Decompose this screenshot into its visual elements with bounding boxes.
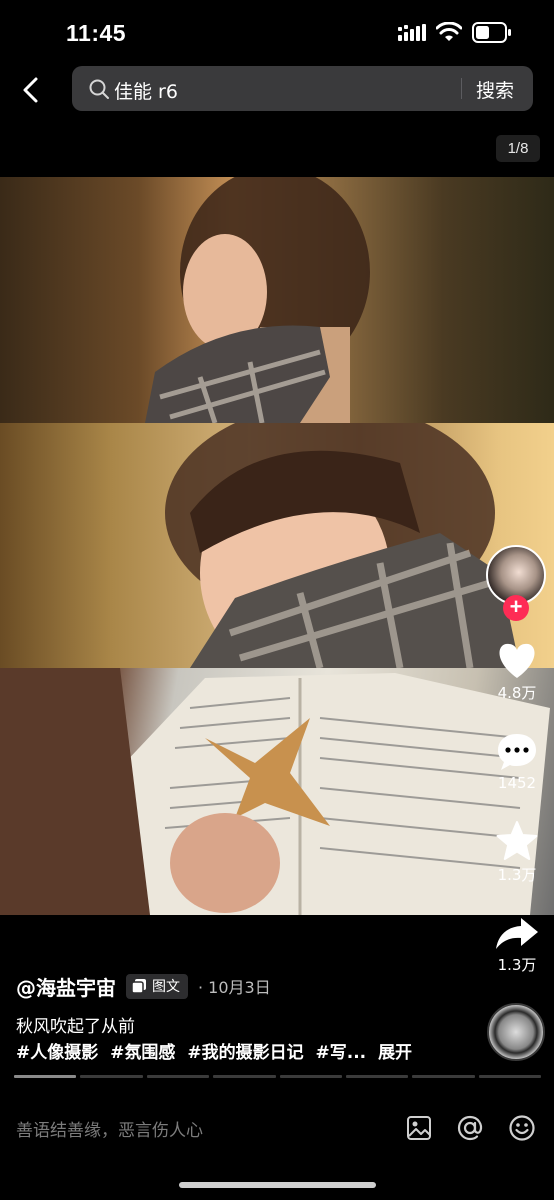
share-arrow-icon — [496, 918, 538, 949]
cellular-signal-icon — [398, 24, 426, 41]
progress-segment — [146, 1075, 210, 1078]
author-name[interactable]: @海盐宇宙 — [16, 972, 116, 1001]
hashtag[interactable]: #写... — [316, 1043, 367, 1063]
progress-segment — [14, 1075, 77, 1078]
progress-segment — [412, 1075, 475, 1078]
photo-3-subject — [0, 668, 550, 915]
post-caption: 秋风吹起了从前 — [16, 1017, 135, 1037]
favorite-count: 1.3万 — [497, 866, 537, 884]
star-icon — [496, 821, 538, 860]
hashtag[interactable]: #人像摄影 — [16, 1043, 98, 1063]
hashtag-list: #人像摄影 #氛围感 #我的摄影日记 #写... 展开 — [16, 1038, 418, 1063]
home-indicator[interactable] — [179, 1182, 376, 1188]
share-count: 1.3万 — [497, 956, 537, 974]
progress-segment — [279, 1075, 342, 1078]
post-type-badge: 图文 — [126, 973, 188, 999]
follow-plus-button[interactable]: + — [503, 595, 529, 621]
progress-segment — [478, 1075, 541, 1078]
music-disc[interactable] — [487, 1003, 545, 1061]
like-button[interactable]: 4.8万 — [486, 642, 548, 703]
page-counter: 1/8 — [496, 135, 540, 162]
favorite-button[interactable]: 1.3万 — [486, 820, 548, 885]
emoji-icon[interactable] — [508, 1114, 536, 1142]
hashtag[interactable]: #氛围感 — [110, 1043, 175, 1063]
post-date: · 10月3日 — [198, 978, 271, 997]
share-button[interactable]: 1.3万 — [486, 914, 548, 975]
post-photo-2[interactable] — [0, 423, 554, 668]
search-button[interactable]: 搜索 — [476, 76, 514, 103]
progress-segment — [213, 1075, 276, 1078]
search-divider — [461, 78, 462, 99]
comment-button[interactable]: 1452 — [486, 732, 548, 792]
post-photo-1[interactable] — [0, 177, 554, 423]
gallery-progress — [14, 1075, 541, 1079]
comment-bubble-icon — [498, 734, 536, 770]
progress-segment — [80, 1075, 143, 1078]
wifi-icon — [436, 22, 462, 41]
post-photo-3[interactable] — [0, 668, 554, 915]
heart-icon — [499, 643, 535, 678]
hashtag[interactable]: #我的摄影日记 — [187, 1043, 303, 1063]
author-row: @海盐宇宙 图文 · 10月3日 — [16, 972, 271, 1000]
image-icon[interactable] — [406, 1115, 432, 1141]
post-type-label: 图文 — [152, 979, 180, 995]
photo-2-subject — [165, 423, 520, 668]
image-post-icon — [132, 979, 146, 993]
search-input[interactable]: 佳能 r6 — [114, 77, 178, 104]
comment-input[interactable]: 善语结善缘，恶言伤人心 — [16, 1116, 203, 1141]
like-count: 4.8万 — [497, 684, 537, 702]
progress-segment — [345, 1075, 409, 1078]
photo-1-subject — [145, 177, 370, 423]
expand-caption-link[interactable]: 展开 — [378, 1043, 412, 1063]
at-mention-icon[interactable] — [456, 1114, 484, 1142]
comment-count: 1452 — [497, 774, 537, 792]
status-time: 11:45 — [66, 20, 127, 46]
comment-bar: 善语结善缘，恶言伤人心 — [0, 1098, 554, 1160]
back-button[interactable] — [14, 72, 50, 108]
search-icon — [89, 79, 109, 99]
status-bar: 11:45 — [0, 0, 554, 64]
battery-icon — [472, 22, 511, 43]
search-bar[interactable]: 佳能 r6 搜索 — [72, 66, 533, 111]
